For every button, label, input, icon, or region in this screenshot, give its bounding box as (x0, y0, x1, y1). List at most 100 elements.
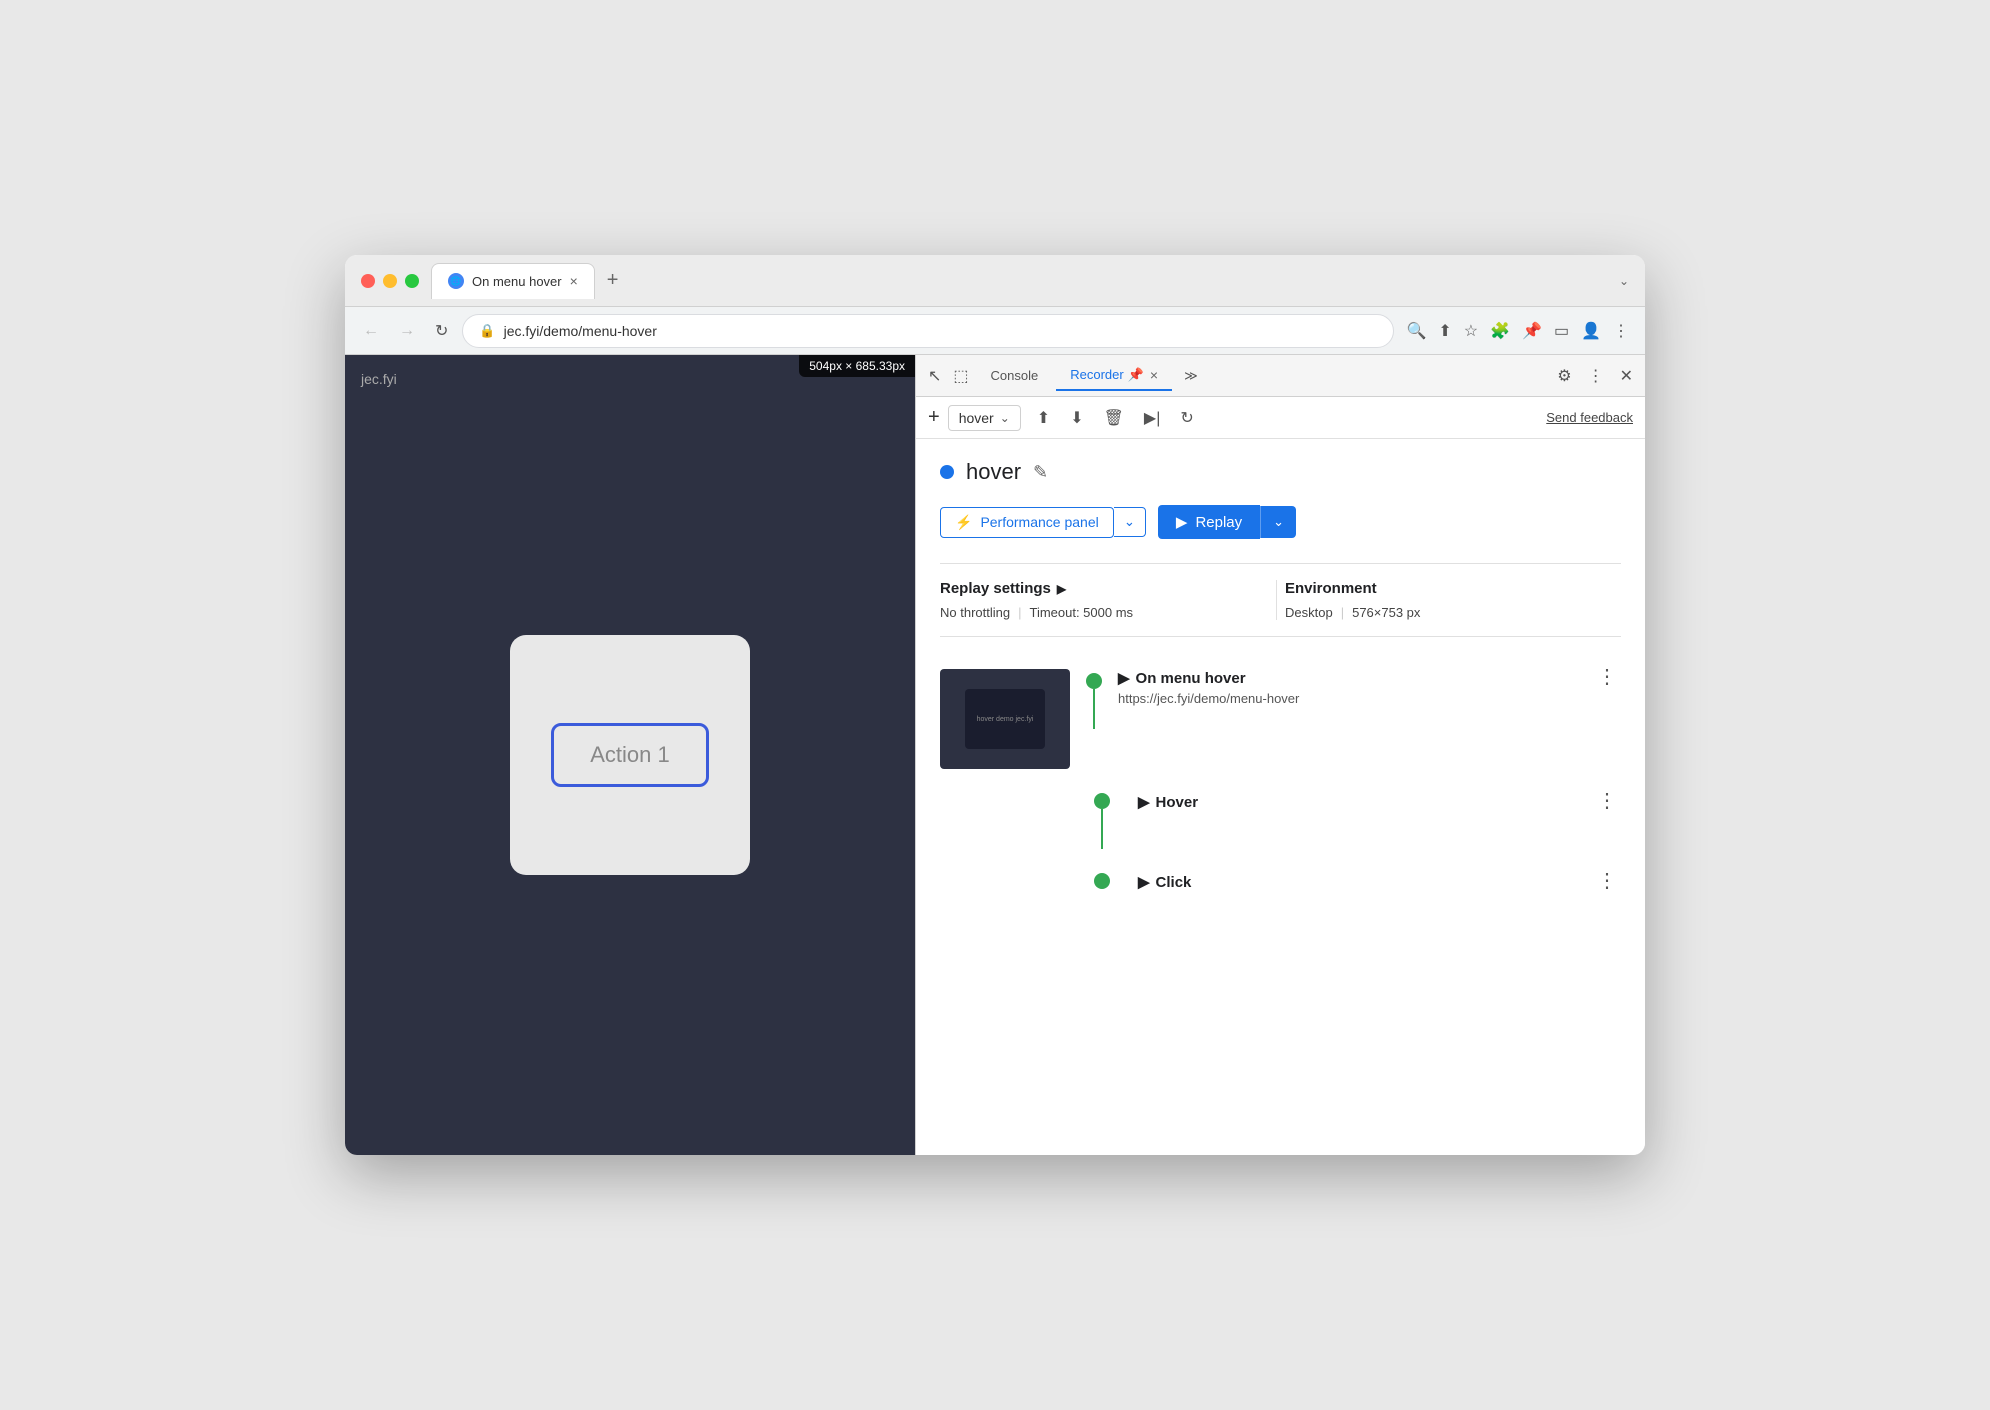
sidebar-icon[interactable]: ▭ (1550, 317, 1573, 345)
step-connector-line (1093, 689, 1095, 729)
settings-divider: | (1018, 605, 1021, 620)
step-content: ▶ On menu hover https://jec.fyi/demo/men… (1118, 669, 1621, 706)
extensions-icon[interactable]: 🧩 (1486, 317, 1514, 345)
performance-panel-button[interactable]: ⚡ Performance panel (940, 507, 1114, 538)
back-button[interactable]: ← (357, 318, 385, 344)
step-title-text: Click (1156, 874, 1192, 891)
replay-main-button[interactable]: ▶ Replay (1158, 505, 1260, 539)
step-title: ▶ Click (1138, 873, 1191, 891)
table-row: ▶ Click ⋮ (940, 861, 1621, 903)
active-tab[interactable]: 🌐 On menu hover × (431, 263, 595, 299)
step-title: ▶ Hover (1138, 793, 1198, 811)
step-expand-icon[interactable]: ▶ (1138, 793, 1150, 811)
replay-button-group: ▶ Replay ⌄ (1158, 505, 1296, 539)
forward-button[interactable]: → (393, 318, 421, 344)
step-main-row: hover demo jec.fyi (940, 669, 1621, 769)
recorder-toolbar: + hover ⌄ ⬆ ⬇ 🗑 ▶| ↻ Send feedback (916, 397, 1645, 439)
page-viewport: jec.fyi 504px × 685.33px Action 1 (345, 355, 915, 1155)
tab-console[interactable]: Console (977, 362, 1053, 389)
profile-extension-icon[interactable]: 📌 (1518, 317, 1546, 345)
replay-settings-title[interactable]: Replay settings ▶ (940, 580, 1268, 597)
tab-title: On menu hover (472, 274, 562, 289)
inspect-icon[interactable]: ⬚ (949, 362, 972, 390)
environment-label: Environment (1285, 580, 1377, 597)
tab-overflow-icon[interactable]: ⌄ (1619, 274, 1629, 288)
replay-settings-label: Replay settings (940, 580, 1051, 597)
more-menu-icon[interactable]: ⋮ (1609, 317, 1633, 345)
tab-close-button[interactable]: × (570, 274, 578, 288)
replay-dropdown-button[interactable]: ⌄ (1260, 506, 1296, 538)
table-row: ▶ Hover ⋮ (940, 781, 1621, 861)
play-step-button[interactable]: ▶| (1136, 404, 1168, 432)
import-button[interactable]: ⬇ (1062, 404, 1091, 432)
recorder-tab-label: Recorder (1070, 367, 1123, 382)
traffic-lights (361, 274, 419, 288)
edit-recording-name-icon[interactable]: ✎ (1033, 462, 1048, 483)
recording-select[interactable]: hover ⌄ (948, 405, 1021, 431)
thumbnail-text: hover demo jec.fyi (977, 716, 1034, 723)
device-value: Desktop (1285, 605, 1333, 620)
step-url: https://jec.fyi/demo/menu-hover (1118, 691, 1299, 706)
recorder-tab-close[interactable]: × (1150, 367, 1158, 383)
maximize-traffic-light[interactable] (405, 274, 419, 288)
new-tab-button[interactable]: + (599, 265, 627, 296)
reload-button[interactable]: ↻ (429, 317, 454, 345)
environment-detail: Desktop | 576×753 px (1285, 605, 1613, 620)
resolution-value: 576×753 px (1352, 605, 1420, 620)
step-thumbnail: hover demo jec.fyi (940, 669, 1070, 769)
recording-status-dot (940, 465, 954, 479)
address-actions: 🔍 ⬆ ☆ 🧩 📌 ▭ 👤 ⋮ (1402, 317, 1633, 345)
share-icon[interactable]: ⬆ (1434, 317, 1455, 345)
steps-list: hover demo jec.fyi (940, 657, 1621, 903)
recording-header: hover ✎ (940, 459, 1621, 485)
tab-favicon: 🌐 (448, 273, 464, 289)
table-row: hover demo jec.fyi (940, 657, 1621, 781)
devtools-settings-icon[interactable]: ⚙ (1553, 362, 1575, 390)
recorder-tab-icon: 📌 (1128, 367, 1144, 383)
performance-panel-label: Performance panel (980, 514, 1098, 530)
site-label: jec.fyi (361, 371, 397, 387)
title-bar: 🌐 On menu hover × + ⌄ (345, 255, 1645, 307)
address-bar: ← → ↻ 🔒 jec.fyi/demo/menu-hover 🔍 ⬆ ☆ 🧩 … (345, 307, 1645, 355)
performance-panel-icon: ⚡ (955, 514, 972, 531)
recording-select-value: hover (959, 410, 994, 426)
step-expand-icon[interactable]: ▶ (1118, 669, 1130, 687)
add-recording-button[interactable]: + (928, 406, 940, 429)
tabs-overflow-button[interactable]: ≫ (1176, 364, 1206, 388)
action-button[interactable]: Action 1 (551, 723, 709, 787)
slow-replay-button[interactable]: ↻ (1172, 404, 1201, 432)
address-input[interactable]: 🔒 jec.fyi/demo/menu-hover (462, 314, 1394, 348)
devtools-panel: ↖ ⬚ Console Recorder 📌 × ≫ ⚙ ⋮ ✕ + (915, 355, 1645, 1155)
search-icon[interactable]: 🔍 (1402, 317, 1430, 345)
step-more-button[interactable]: ⋮ (1593, 667, 1621, 687)
step-connector-dot (1086, 673, 1102, 689)
step-title-text: Hover (1156, 794, 1199, 811)
action-buttons-row: ⚡ Performance panel ⌄ ▶ Replay ⌄ (940, 505, 1621, 539)
devtools-toolbar-right: ⚙ ⋮ ✕ (1553, 362, 1637, 390)
minimize-traffic-light[interactable] (383, 274, 397, 288)
step-connector-dot (1094, 873, 1110, 889)
pointer-tool-icon[interactable]: ↖ (924, 362, 945, 390)
tab-recorder[interactable]: Recorder 📌 × (1056, 361, 1172, 391)
devtools-more-icon[interactable]: ⋮ (1584, 362, 1608, 390)
replay-play-icon: ▶ (1176, 513, 1188, 531)
step-content: ▶ Hover ⋮ (1138, 793, 1621, 811)
send-feedback-link[interactable]: Send feedback (1546, 410, 1633, 425)
step-more-button[interactable]: ⋮ (1593, 791, 1621, 811)
step-expand-icon[interactable]: ▶ (1138, 873, 1150, 891)
timeout-value: Timeout: 5000 ms (1029, 605, 1133, 620)
export-button[interactable]: ⬆ (1029, 404, 1058, 432)
devtools-close-icon[interactable]: ✕ (1616, 362, 1637, 390)
close-traffic-light[interactable] (361, 274, 375, 288)
bookmark-icon[interactable]: ☆ (1460, 317, 1482, 345)
env-divider: | (1341, 605, 1344, 620)
profile-icon[interactable]: 👤 (1577, 317, 1605, 345)
browser-window: 🌐 On menu hover × + ⌄ ← → ↻ 🔒 jec.fyi/de… (345, 255, 1645, 1155)
delete-recording-button[interactable]: 🗑 (1096, 404, 1132, 432)
step-more-button[interactable]: ⋮ (1593, 871, 1621, 891)
performance-panel-dropdown[interactable]: ⌄ (1114, 507, 1146, 537)
environment-col: Environment Desktop | 576×753 px (1277, 580, 1621, 620)
security-lock-icon: 🔒 (479, 323, 495, 339)
tab-bar: 🌐 On menu hover × + (431, 263, 1607, 299)
dimension-badge: 504px × 685.33px (799, 355, 915, 377)
